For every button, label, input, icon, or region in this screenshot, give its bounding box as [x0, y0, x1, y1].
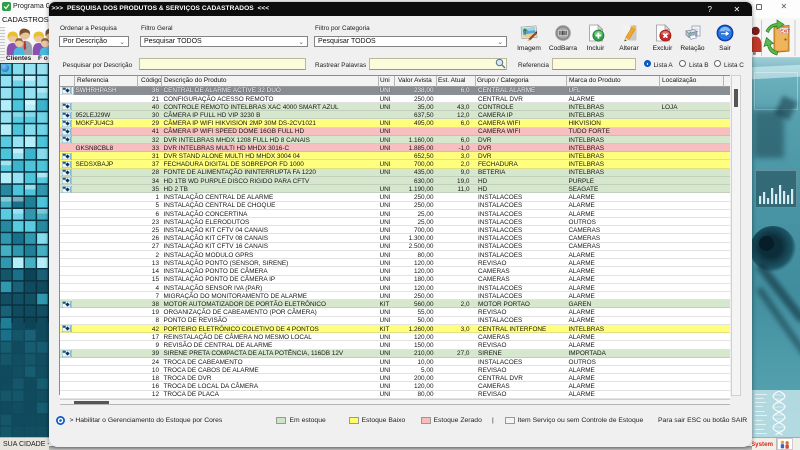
svg-text:EXIT: EXIT	[780, 29, 790, 34]
